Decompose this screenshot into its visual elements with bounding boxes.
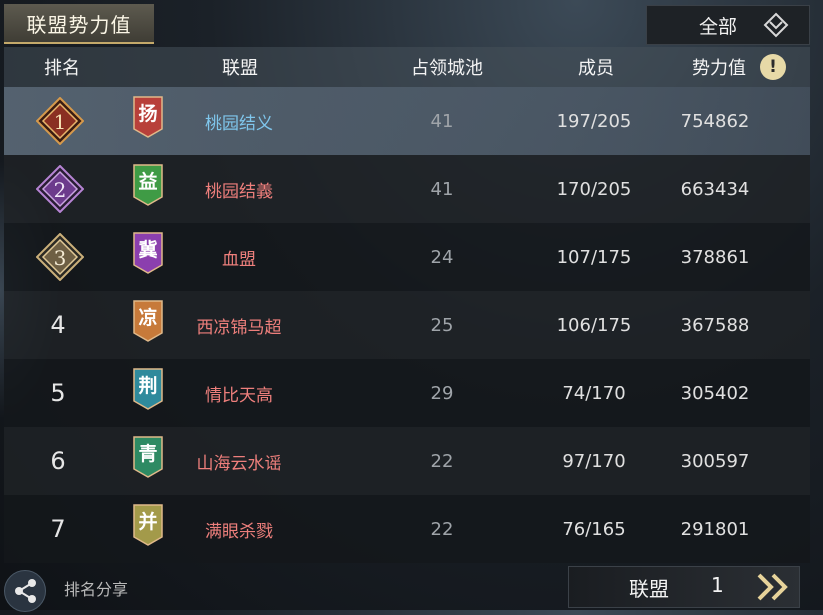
footer-bar: 排名分享 联盟 1: [0, 566, 823, 612]
city-count: 25: [430, 314, 454, 336]
rank-number: 7: [50, 515, 66, 543]
city-count: 22: [430, 450, 454, 472]
table-row[interactable]: 3 冀 血盟 24 107/175 378861: [4, 223, 810, 291]
rank-number: 6: [50, 447, 66, 475]
member-count: 107/175: [556, 246, 632, 268]
power-value: 754862: [680, 110, 750, 132]
member-count: 76/165: [562, 518, 626, 540]
rank-number: 5: [50, 379, 66, 407]
my-alliance-label: 联盟: [629, 577, 669, 601]
table-row[interactable]: 1 扬 桃园结义 41 197/205 754862: [4, 87, 810, 155]
power-value: 305402: [680, 382, 750, 404]
double-chevron-right-icon: [757, 573, 788, 601]
alliance-name[interactable]: 血盟: [154, 223, 324, 291]
table-row[interactable]: 6 青 山海云水谣 22 97/170 300597: [4, 427, 810, 495]
alliance-name[interactable]: 山海云水谣: [154, 427, 324, 495]
member-count: 74/170: [562, 382, 626, 404]
alliance-name[interactable]: 桃园结義: [154, 155, 324, 223]
power-value: 291801: [680, 518, 750, 540]
member-count: 106/175: [556, 314, 632, 336]
column-alliance: 联盟: [222, 58, 258, 79]
power-value: 300597: [680, 450, 750, 472]
city-count: 29: [430, 382, 454, 404]
table-row[interactable]: 4 凉 西凉锦马超 25 106/175 367588: [4, 291, 810, 359]
svg-text:2: 2: [54, 178, 67, 202]
city-count: 41: [430, 110, 454, 132]
table-row[interactable]: 5 荆 情比天高 29 74/170 305402: [4, 359, 810, 427]
panel-title: 联盟势力值: [4, 4, 154, 44]
city-count: 24: [430, 246, 454, 268]
power-value: 663434: [680, 178, 750, 200]
column-cities: 占领城池: [411, 58, 483, 79]
member-count: 170/205: [556, 178, 632, 200]
table-header: 排名 联盟 占领城池 成员 势力值 !: [4, 47, 810, 87]
table-row[interactable]: 2 益 桃园结義 41 170/205 663434: [4, 155, 810, 223]
filter-label: 全部: [699, 15, 738, 38]
my-alliance-rank-button[interactable]: 联盟 1: [568, 566, 800, 608]
column-members: 成员: [578, 58, 614, 79]
alliance-name[interactable]: 情比天高: [154, 359, 324, 427]
table-row[interactable]: 7 并 满眼杀戮 22 76/165 291801: [4, 495, 810, 563]
info-icon[interactable]: !: [760, 54, 786, 80]
column-power: 势力值: [692, 58, 746, 79]
power-value: 378861: [680, 246, 750, 268]
city-count: 41: [430, 178, 454, 200]
alliance-name[interactable]: 桃园结义: [154, 87, 324, 155]
svg-text:3: 3: [54, 246, 67, 270]
power-value: 367588: [680, 314, 750, 336]
my-alliance-rank: 1: [711, 573, 724, 597]
alliance-name[interactable]: 满眼杀戮: [154, 495, 324, 563]
member-count: 97/170: [562, 450, 626, 472]
member-count: 197/205: [556, 110, 632, 132]
alliance-name[interactable]: 西凉锦马超: [154, 291, 324, 359]
svg-text:1: 1: [54, 110, 67, 134]
share-button[interactable]: [4, 570, 46, 612]
filter-dropdown[interactable]: 全部: [646, 5, 810, 45]
rank-bronze-badge-icon: 3: [36, 233, 84, 281]
ranking-list: 1 扬 桃园结义 41 197/205 754862 2 益 桃园结義 41 1…: [4, 87, 810, 563]
chevron-down-icon: [763, 12, 789, 38]
rank-gold-badge-icon: 1: [36, 97, 84, 145]
column-rank: 排名: [44, 58, 80, 79]
share-label[interactable]: 排名分享: [64, 576, 128, 600]
city-count: 22: [430, 518, 454, 540]
rank-number: 4: [50, 311, 66, 339]
share-icon: [15, 579, 36, 603]
rank-purple-badge-icon: 2: [36, 165, 84, 213]
